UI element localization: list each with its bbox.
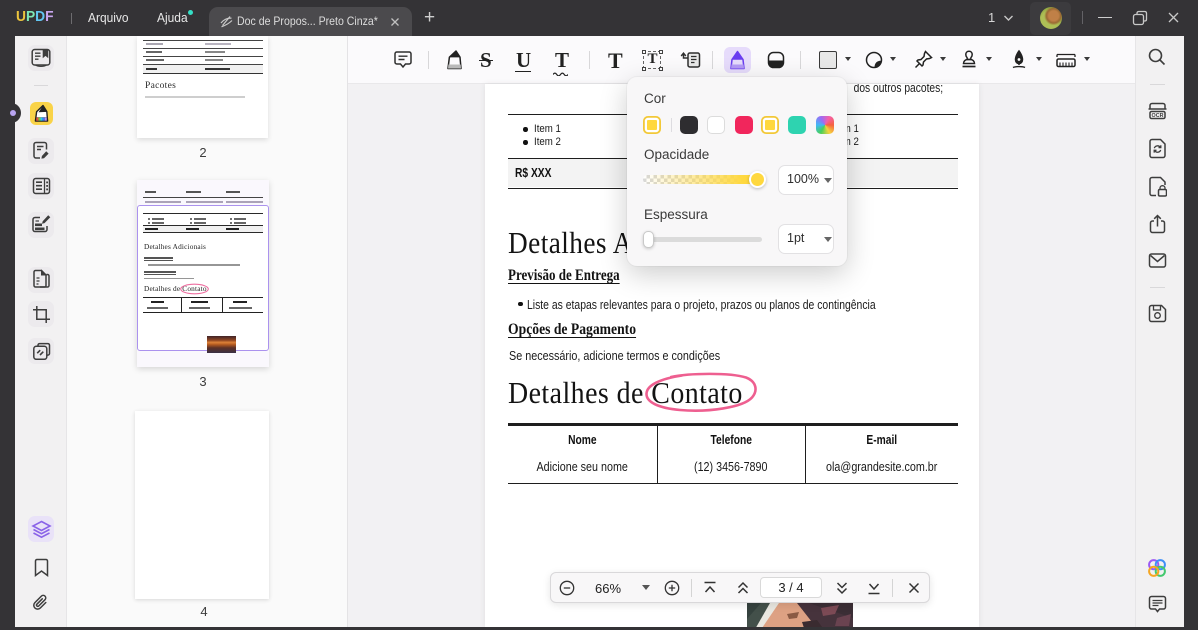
svg-text:OCR: OCR (1152, 113, 1164, 119)
